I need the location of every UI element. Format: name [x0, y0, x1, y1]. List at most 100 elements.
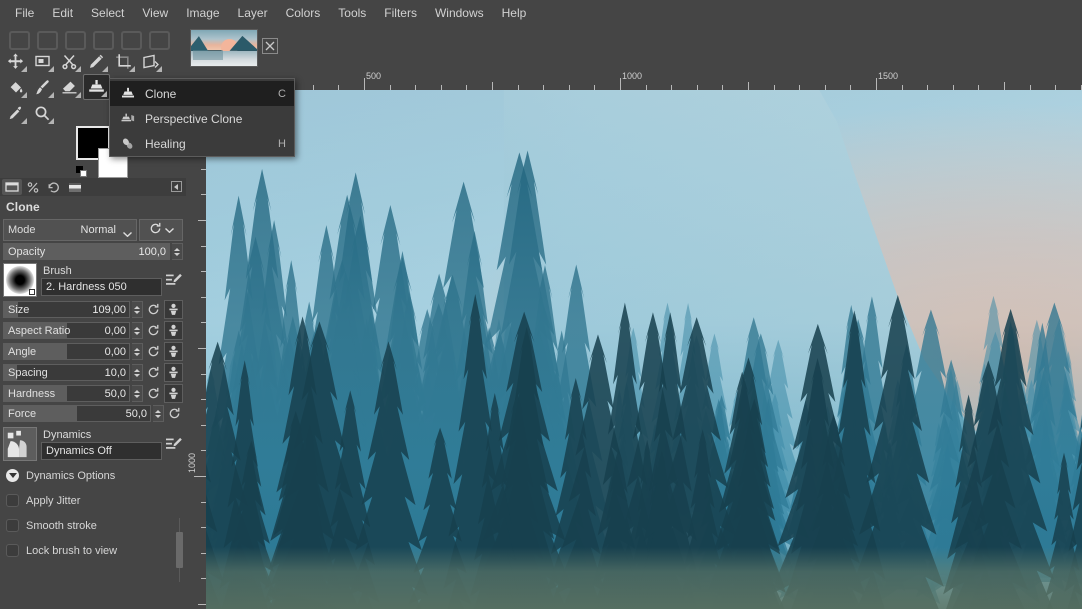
edit-brush-button[interactable] [166, 272, 183, 289]
tool-triangle-icon [75, 92, 81, 98]
size-value: 109,00 [92, 303, 126, 316]
selection-tool-icon[interactable] [4, 28, 32, 50]
device-status-tab[interactable] [23, 179, 43, 195]
aspect-ratio-dynamics-link-icon[interactable] [164, 321, 183, 340]
force-reset-button[interactable] [166, 405, 183, 422]
bucket-fill-tool[interactable] [2, 74, 29, 100]
opacity-slider[interactable]: Opacity 100,0 [3, 243, 170, 260]
hardness-dynamics-link-icon[interactable] [164, 384, 183, 403]
transform-tool[interactable] [137, 48, 164, 74]
aspect-ratio-stepper[interactable] [132, 322, 143, 339]
tool-triangle-icon [48, 118, 54, 124]
image-canvas[interactable] [206, 90, 1082, 609]
clone-tool[interactable] [83, 74, 110, 100]
menu-file[interactable]: File [6, 2, 43, 24]
apply-jitter-checkbox[interactable]: Apply Jitter [0, 488, 186, 513]
vertical-ruler[interactable]: 1000 [186, 90, 206, 609]
hardness-slider[interactable]: Hardness 50,0 [3, 385, 130, 402]
move-tool[interactable] [2, 48, 29, 74]
mode-reset-button[interactable] [139, 219, 183, 241]
menu-filters[interactable]: Filters [375, 2, 426, 24]
menu-item-healing-label: Healing [145, 136, 186, 151]
mode-label: Mode [8, 224, 36, 236]
free-select-tool-icon[interactable] [32, 28, 60, 50]
menu-item-perspective-clone-label: Perspective Clone [145, 111, 243, 126]
paintbrush-tool[interactable] [29, 74, 56, 100]
angle-row: Angle 0,00 [0, 341, 186, 362]
dynamics-preview[interactable] [3, 427, 37, 461]
align-tool[interactable] [29, 48, 56, 74]
menu-item-healing-accel: H [278, 137, 286, 150]
hardness-reset-button[interactable] [145, 385, 162, 402]
spacing-stepper[interactable] [132, 364, 143, 381]
close-icon[interactable] [262, 38, 278, 54]
size-stepper[interactable] [132, 301, 143, 318]
hardness-label: Hardness [8, 387, 56, 400]
dock-menu-button[interactable] [171, 181, 182, 192]
ellipse-select-tool-icon[interactable] [60, 28, 88, 50]
spacing-slider[interactable]: Spacing 10,0 [3, 364, 130, 381]
measure-tool[interactable] [83, 48, 110, 74]
aspect-ratio-value: 0,00 [104, 324, 126, 337]
force-stepper[interactable] [153, 405, 164, 422]
reset-colors-icon[interactable] [76, 166, 88, 178]
expander-triangle-icon [6, 469, 19, 482]
size-reset-button[interactable] [145, 301, 162, 318]
size-slider[interactable]: Size 109,00 [3, 301, 130, 318]
menu-layer[interactable]: Layer [229, 2, 277, 24]
dynamics-options-expander[interactable]: Dynamics Options [0, 463, 186, 488]
menu-select[interactable]: Select [82, 2, 133, 24]
angle-dynamics-link-icon[interactable] [164, 342, 183, 361]
spacing-dynamics-link-icon[interactable] [164, 363, 183, 382]
menu-image[interactable]: Image [177, 2, 228, 24]
aspect-ratio-slider[interactable]: Aspect Ratio 0,00 [3, 322, 130, 339]
menu-windows[interactable]: Windows [426, 2, 493, 24]
menu-item-clone[interactable]: Clone C [110, 81, 294, 106]
angle-stepper[interactable] [132, 343, 143, 360]
menu-view[interactable]: View [133, 2, 177, 24]
angle-label: Angle [8, 345, 37, 358]
brush-caption: Brush [43, 265, 72, 277]
brush-value[interactable]: 2. Hardness 050 [41, 278, 162, 296]
zoom-tool[interactable] [29, 100, 56, 126]
images-tab[interactable] [65, 179, 85, 195]
horizontal-ruler[interactable]: 500 1000 1500 [186, 70, 1082, 90]
hardness-stepper[interactable] [132, 385, 143, 402]
menu-tools[interactable]: Tools [329, 2, 375, 24]
paths-tool-icon[interactable] [144, 28, 172, 50]
color-picker-tool[interactable] [2, 100, 29, 126]
by-color-select-tool-icon[interactable] [116, 28, 144, 50]
dynamics-value[interactable]: Dynamics Off [41, 442, 162, 460]
image-tab-thumbnail[interactable] [190, 29, 258, 67]
smooth-stroke-checkbox[interactable]: Smooth stroke [0, 513, 186, 538]
menu-colors[interactable]: Colors [277, 2, 330, 24]
clone-icon [120, 86, 136, 102]
brush-preview[interactable] [3, 263, 37, 297]
canvas-vignette [206, 90, 1082, 609]
angle-reset-button[interactable] [145, 343, 162, 360]
aspect-ratio-reset-button[interactable] [145, 322, 162, 339]
eraser-tool[interactable] [56, 74, 83, 100]
chevron-down-icon [164, 224, 174, 236]
dock-scrollbar[interactable] [176, 518, 184, 582]
perspective-clone-icon [120, 111, 136, 127]
size-dynamics-link-icon[interactable] [164, 300, 183, 319]
force-slider[interactable]: Force 50,0 [3, 405, 151, 422]
spacing-reset-button[interactable] [145, 364, 162, 381]
lock-brush-to-view-checkbox[interactable]: Lock brush to view [0, 538, 186, 563]
menu-item-healing[interactable]: Healing H [110, 131, 294, 156]
opacity-stepper[interactable] [172, 243, 183, 260]
mode-combo[interactable]: Mode Normal [3, 219, 137, 241]
angle-slider[interactable]: Angle 0,00 [3, 343, 130, 360]
menu-help[interactable]: Help [493, 2, 536, 24]
menu-item-perspective-clone[interactable]: Perspective Clone [110, 106, 294, 131]
crop-tool[interactable] [110, 48, 137, 74]
menu-edit[interactable]: Edit [43, 2, 82, 24]
scissors-select-tool[interactable] [56, 48, 83, 74]
tool-options-tab[interactable] [2, 179, 22, 195]
edit-dynamics-button[interactable] [166, 436, 183, 453]
fuzzy-select-tool-icon[interactable] [88, 28, 116, 50]
undo-history-tab[interactable] [44, 179, 64, 195]
menu-bar: File Edit Select View Image Layer Colors… [0, 0, 1082, 26]
tool-triangle-icon [129, 66, 135, 72]
